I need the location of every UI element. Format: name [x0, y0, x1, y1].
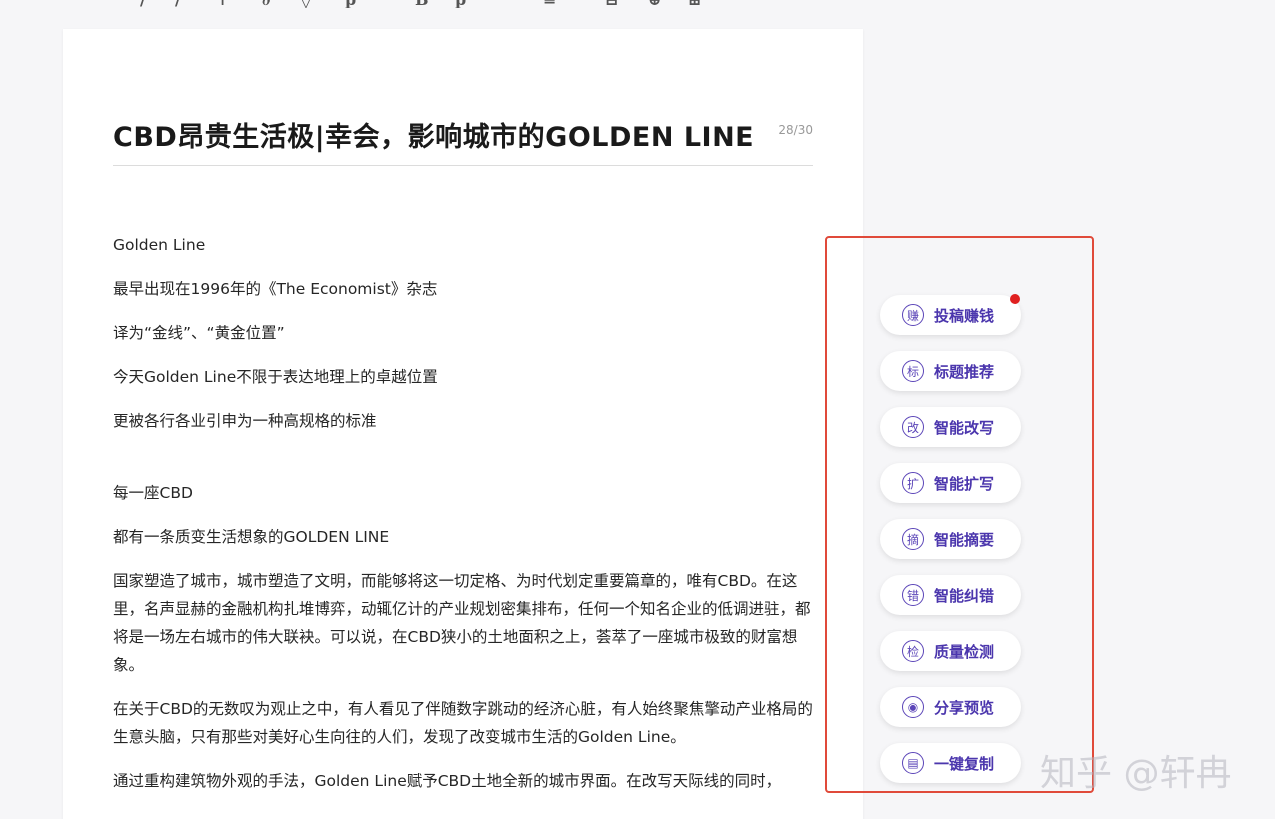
toolbar-glyph[interactable]: p [345, 0, 356, 8]
share-preview-button[interactable]: ◉ 分享预览 [880, 687, 1021, 727]
body-paragraph: 在关于CBD的无数叹为观止之中，有人看见了伴随数字跳动的经济心脏，有人始终聚焦擎… [113, 700, 813, 746]
toolbar-glyph[interactable]: ≡ [543, 0, 556, 8]
toolbar-glyph[interactable]: B [415, 0, 429, 8]
copy-icon: ▤ [902, 752, 924, 774]
earn-icon: 赚 [902, 304, 924, 326]
body-paragraph: 更被各行各业引申为一种高规格的标准 [113, 412, 377, 430]
body-paragraph: 最早出现在1996年的《The Economist》杂志 [113, 280, 438, 298]
toolbar-glyph[interactable]: ⊟ [605, 0, 618, 8]
submit-earn-button[interactable]: 赚 投稿赚钱 [880, 295, 1021, 335]
watermark: 知乎 @轩冉 [1040, 753, 1232, 794]
body-paragraph: 每一座CBD [113, 484, 193, 502]
body-paragraph: 通过重构建筑物外观的手法，Golden Line赋予CBD土地全新的城市界面。在… [113, 772, 782, 790]
body-paragraph: 译为“金线”、“黄金位置” [113, 324, 285, 342]
toolbar-glyph[interactable]: / [175, 0, 181, 8]
tool-label: 投稿赚钱 [934, 306, 995, 325]
toolbar-glyph[interactable]: ◊ [302, 0, 310, 8]
smart-summary-button[interactable]: 摘 智能摘要 [880, 519, 1021, 559]
article-body[interactable]: Golden Line 最早出现在1996年的《The Economist》杂志… [113, 231, 813, 811]
tool-label: 智能扩写 [934, 474, 995, 493]
title-row: CBD昂贵生活极|幸会，影响城市的GOLDEN LINE 28/30 [113, 109, 813, 166]
eye-icon: ◉ [902, 696, 924, 718]
body-paragraph: 今天Golden Line不限于表达地理上的卓越位置 [113, 368, 438, 386]
editor-toolbar: / / ⊢ ∂ ◊ p B p ≡ ⊟ ⊕ ⊞ [0, 0, 1275, 8]
notification-badge [1010, 294, 1020, 304]
title-char-count: 28/30 [778, 123, 813, 137]
tool-label: 智能摘要 [934, 530, 995, 549]
smart-correct-button[interactable]: 错 智能纠错 [880, 575, 1021, 615]
check-icon: 检 [902, 640, 924, 662]
quality-check-button[interactable]: 检 质量检测 [880, 631, 1021, 671]
article-editor[interactable]: CBD昂贵生活极|幸会，影响城市的GOLDEN LINE 28/30 Golde… [63, 29, 863, 819]
toolbar-glyph[interactable]: ⊢ [220, 0, 234, 8]
correct-icon: 错 [902, 584, 924, 606]
smart-expand-button[interactable]: 扩 智能扩写 [880, 463, 1021, 503]
tool-label: 智能改写 [934, 418, 995, 437]
body-paragraph: 都有一条质变生活想象的GOLDEN LINE [113, 528, 390, 546]
toolbar-glyph[interactable]: ⊞ [688, 0, 701, 8]
toolbar-glyph[interactable]: ⊕ [648, 0, 661, 8]
toolbar-glyph[interactable]: p [455, 0, 466, 8]
rewrite-icon: 改 [902, 416, 924, 438]
tool-label: 标题推荐 [934, 362, 995, 381]
expand-icon: 扩 [902, 472, 924, 494]
toolbar-glyph[interactable]: ∂ [262, 0, 271, 8]
tool-label: 分享预览 [934, 698, 995, 717]
body-paragraph: Golden Line [113, 236, 206, 254]
summary-icon: 摘 [902, 528, 924, 550]
smart-rewrite-button[interactable]: 改 智能改写 [880, 407, 1021, 447]
title-icon: 标 [902, 360, 924, 382]
body-paragraph: 国家塑造了城市，城市塑造了文明，而能够将这一切定格、为时代划定重要篇章的，唯有C… [113, 572, 811, 674]
toolbar-glyph[interactable]: / [140, 0, 146, 8]
tool-label: 质量检测 [934, 642, 995, 661]
tool-label: 一键复制 [934, 754, 995, 773]
title-recommend-button[interactable]: 标 标题推荐 [880, 351, 1021, 391]
one-click-copy-button[interactable]: ▤ 一键复制 [880, 743, 1021, 783]
tool-label: 智能纠错 [934, 586, 995, 605]
article-title-input[interactable]: CBD昂贵生活极|幸会，影响城市的GOLDEN LINE [113, 115, 754, 154]
